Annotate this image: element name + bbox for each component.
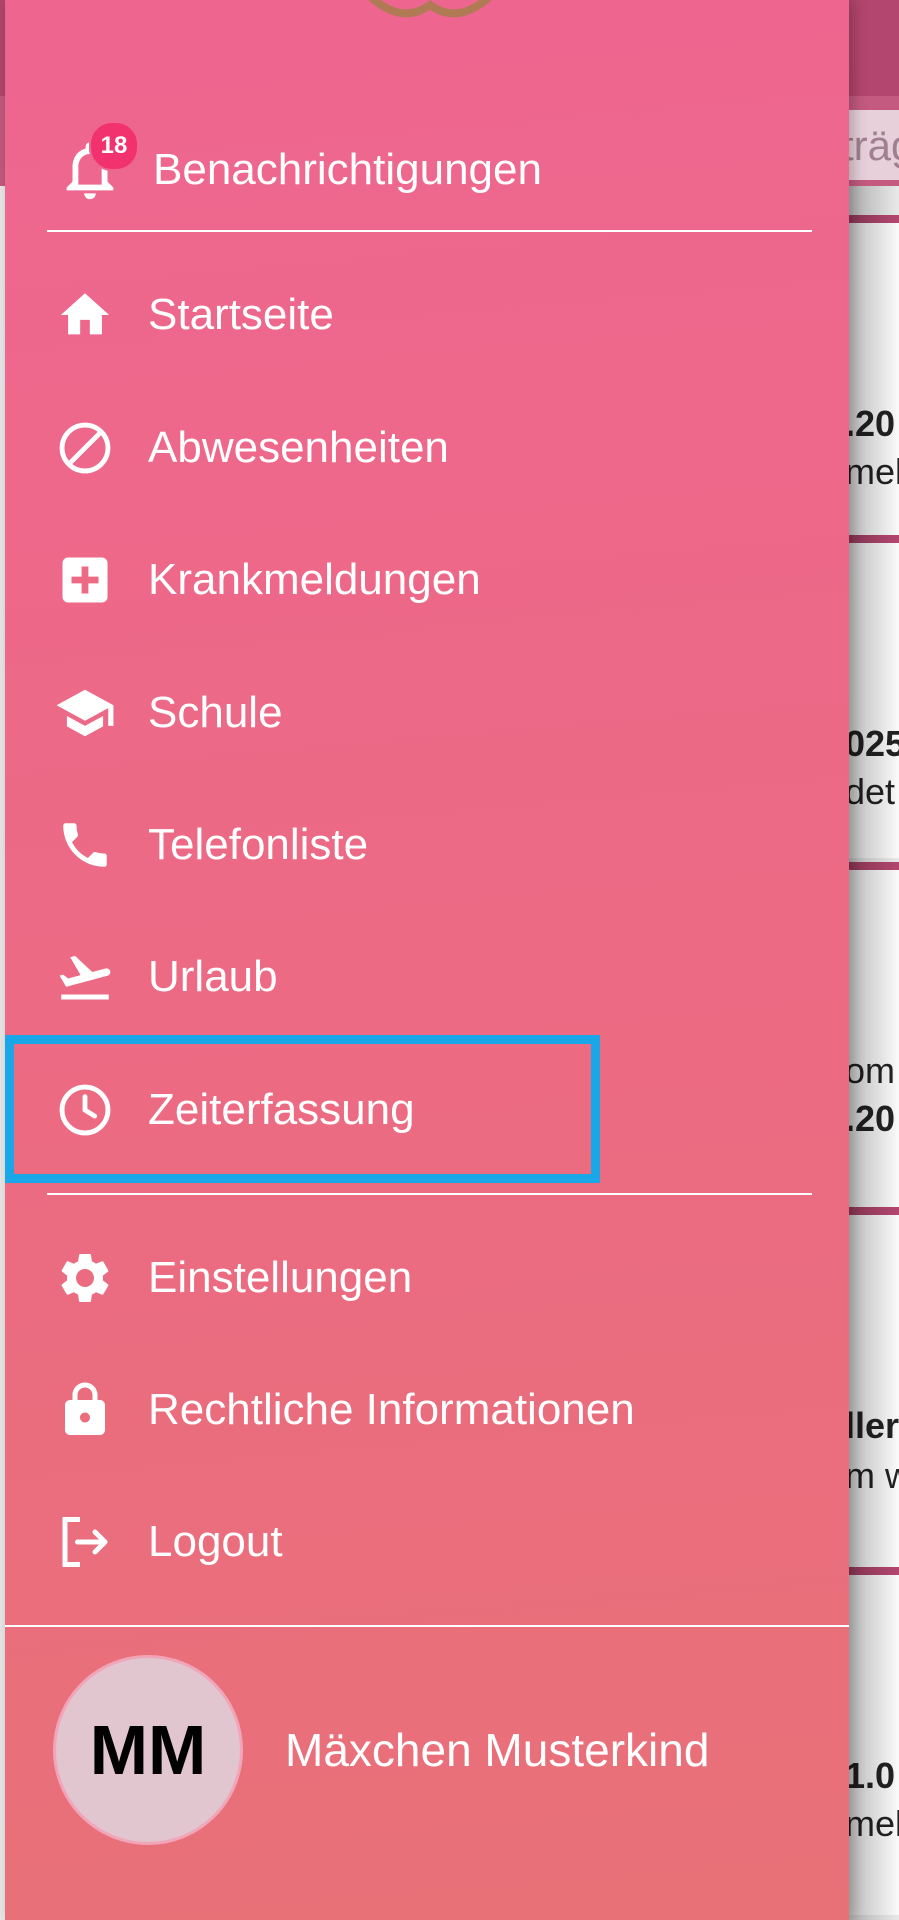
background-card-text: ller — [845, 1405, 899, 1446]
selection-highlight — [5, 1035, 600, 1183]
bell-icon: 18 — [55, 121, 139, 205]
avatar: MM — [53, 1655, 243, 1845]
menu-item-startseite[interactable]: Startseite — [50, 260, 810, 370]
menu-item-label: Abwesenheiten — [148, 423, 449, 472]
divider — [47, 1193, 812, 1195]
background-search-text: träg — [842, 122, 899, 169]
graduation-cap-icon — [50, 678, 120, 748]
plane-departure-icon — [50, 942, 120, 1012]
phone-icon — [50, 810, 120, 880]
menu-item-schule[interactable]: Schule — [50, 658, 810, 768]
background-card-text: .20 — [845, 1098, 896, 1139]
menu-item-einstellungen[interactable]: Einstellungen — [50, 1223, 810, 1333]
background-card: 025 det — [845, 535, 899, 858]
menu-item-label: Rechtliche Informationen — [148, 1385, 635, 1434]
menu-item-urlaub[interactable]: Urlaub — [50, 922, 810, 1032]
notifications-item[interactable]: 18 Benachrichtigungen — [50, 120, 810, 220]
menu-item-telefonliste[interactable]: Telefonliste — [50, 790, 810, 900]
background-card-text: om — [845, 1050, 896, 1091]
lock-icon — [50, 1375, 120, 1445]
background-card: ller m w — [845, 1207, 899, 1570]
background-card-text: meld — [845, 451, 899, 492]
block-icon — [50, 413, 120, 483]
user-name: Mäxchen Musterkind — [285, 1724, 710, 1776]
menu-item-krankmeldungen[interactable]: Krankmeldungen — [50, 525, 810, 635]
background-card-text: 025 — [845, 723, 899, 764]
background-card: .20 meld — [845, 215, 899, 538]
menu-item-rechtliche-informationen[interactable]: Rechtliche Informationen — [50, 1355, 810, 1465]
menu-item-label: Schule — [148, 688, 283, 737]
menu-item-label: Einstellungen — [148, 1253, 413, 1302]
background-card: 1.0 meld — [845, 1567, 899, 1915]
menu-item-abwesenheiten[interactable]: Abwesenheiten — [50, 393, 810, 503]
background-card-text: m w — [845, 1455, 899, 1496]
menu-item-logout[interactable]: Logout — [50, 1487, 810, 1597]
notification-count-badge: 18 — [89, 121, 139, 171]
menu-item-label: Logout — [148, 1517, 283, 1566]
background-card-text: 1.0 — [845, 1755, 896, 1796]
navigation-drawer: 18 Benachrichtigungen Startseite Abwesen… — [5, 0, 849, 1920]
home-icon — [50, 280, 120, 350]
menu-item-label: Telefonliste — [148, 820, 369, 869]
notifications-label: Benachrichtigungen — [153, 145, 542, 194]
background-card-text: det — [845, 771, 896, 812]
background-card-text: .20 — [845, 403, 896, 444]
background-card-text: meld — [845, 1803, 899, 1844]
divider — [47, 230, 812, 232]
logo-icon — [368, 0, 492, 18]
menu-item-label: Krankmeldungen — [148, 555, 481, 604]
background-card: om .20 — [845, 862, 899, 1210]
user-profile[interactable]: MM Mäxchen Musterkind — [53, 1655, 709, 1845]
gear-icon — [50, 1243, 120, 1313]
medical-plus-icon — [50, 545, 120, 615]
menu-item-label: Startseite — [148, 290, 334, 339]
logout-icon — [50, 1507, 120, 1577]
divider — [5, 1625, 849, 1627]
menu-item-label: Urlaub — [148, 952, 278, 1001]
